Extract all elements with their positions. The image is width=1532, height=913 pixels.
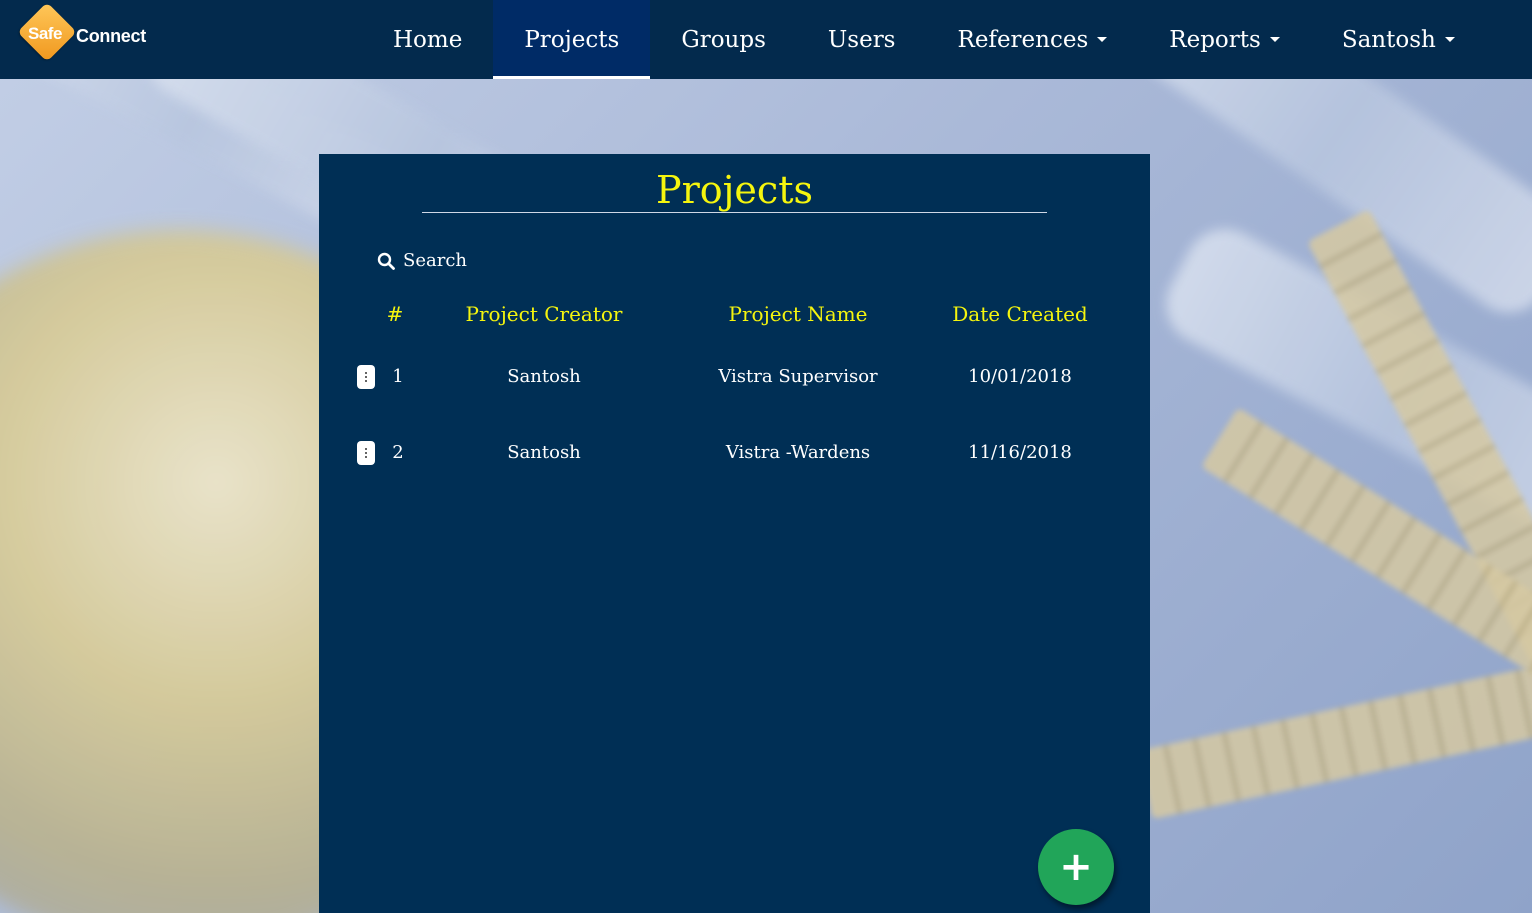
plus-icon: +: [1059, 844, 1093, 890]
nav-item-reports[interactable]: Reports: [1138, 0, 1311, 79]
column-header-name[interactable]: Project Name: [729, 302, 868, 326]
caret-down-icon: [1269, 37, 1280, 42]
more-vertical-icon[interactable]: [357, 365, 375, 389]
main-nav: Home Projects Groups Users References Re…: [362, 0, 1486, 79]
nav-item-users[interactable]: Users: [797, 0, 927, 79]
top-navbar: Safe Connect Home Projects Groups Users …: [0, 0, 1532, 79]
column-header-number[interactable]: #: [387, 302, 404, 326]
nav-item-label: Santosh: [1341, 26, 1436, 53]
logo-safe-text: Safe: [28, 24, 62, 43]
cell-number: 2: [392, 442, 404, 463]
more-vertical-icon[interactable]: [357, 441, 375, 465]
nav-item-projects[interactable]: Projects: [493, 0, 651, 79]
cell-creator: Santosh: [507, 442, 581, 463]
cell-project-name: Vistra Supervisor: [718, 366, 878, 387]
safeconnect-logo[interactable]: Safe Connect: [17, 2, 162, 64]
nav-item-user-menu[interactable]: Santosh: [1311, 0, 1486, 79]
add-project-button[interactable]: +: [1038, 829, 1114, 905]
projects-panel: Projects Search # Project Creator Projec…: [319, 154, 1150, 913]
logo-connect-text: Connect: [76, 26, 146, 46]
page: Safe Connect Home Projects Groups Users …: [0, 0, 1532, 913]
page-title: Projects: [422, 168, 1047, 213]
nav-item-label: Users: [827, 26, 896, 53]
search-label: Search: [403, 250, 467, 271]
projects-table: # Project Creator Project Name Date Crea…: [355, 294, 1115, 465]
cell-date: 10/01/2018: [968, 366, 1072, 387]
table-row[interactable]: 1 Santosh Vistra Supervisor 10/01/2018: [355, 365, 1115, 405]
nav-item-label: Groups: [681, 26, 766, 53]
cell-date: 11/16/2018: [968, 442, 1072, 463]
nav-item-label: References: [957, 26, 1089, 53]
nav-item-label: Projects: [524, 26, 620, 53]
search-icon: [377, 252, 395, 270]
table-header: # Project Creator Project Name Date Crea…: [355, 294, 1115, 334]
nav-item-home[interactable]: Home: [362, 0, 493, 79]
caret-down-icon: [1444, 37, 1455, 42]
nav-item-label: Reports: [1169, 26, 1261, 53]
cell-creator: Santosh: [507, 366, 581, 387]
column-header-creator[interactable]: Project Creator: [466, 302, 623, 326]
cell-number: 1: [392, 366, 404, 387]
nav-item-label: Home: [393, 26, 463, 53]
column-header-date[interactable]: Date Created: [952, 302, 1088, 326]
nav-item-references[interactable]: References: [927, 0, 1139, 79]
search-button[interactable]: Search: [377, 250, 467, 271]
table-row[interactable]: 2 Santosh Vistra -Wardens 11/16/2018: [355, 441, 1115, 481]
nav-item-groups[interactable]: Groups: [650, 0, 797, 79]
caret-down-icon: [1097, 37, 1108, 42]
cell-project-name: Vistra -Wardens: [725, 442, 871, 463]
